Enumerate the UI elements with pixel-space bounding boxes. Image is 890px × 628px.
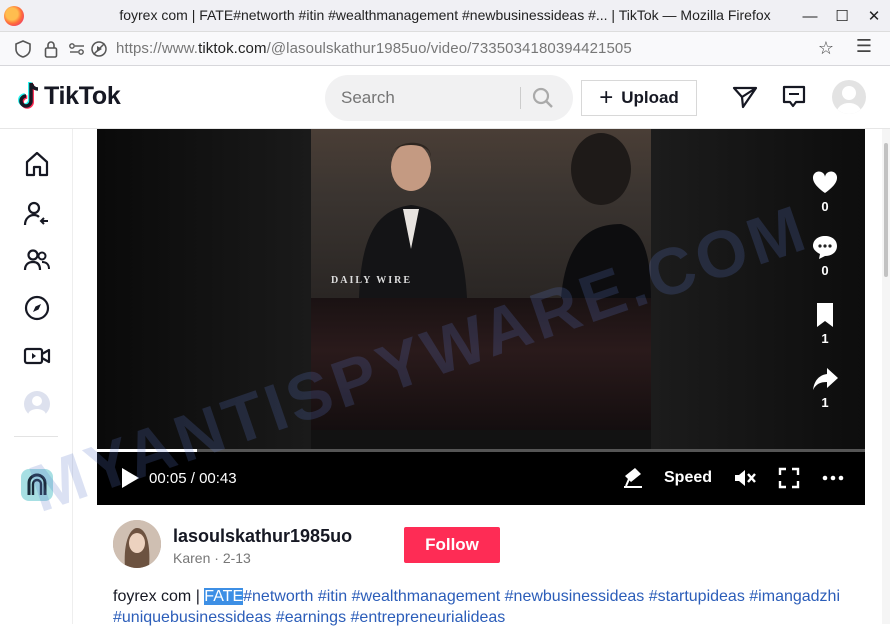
hashtag-link[interactable]: #startupideas [649, 588, 745, 605]
save-count: 1 [821, 331, 829, 346]
sidebar-divider [14, 436, 58, 437]
tiktok-wordmark: TikTok [44, 81, 121, 110]
share-arrow-icon [813, 368, 838, 390]
plus-icon: + [599, 84, 614, 111]
play-icon[interactable] [119, 466, 141, 490]
friends-icon[interactable] [22, 245, 52, 275]
hashtag-link[interactable]: #networth [243, 588, 313, 605]
hashtag-link[interactable]: #imangadzhi [749, 588, 840, 605]
messages-send-icon[interactable] [732, 84, 758, 110]
hashtag-link[interactable]: #itin [318, 588, 347, 605]
video-frame-interview: DAILY WIRE [311, 129, 651, 298]
upload-button[interactable]: + Upload [581, 80, 697, 116]
url-bar[interactable]: https://www.tiktok.com/@lasoulskathur198… [116, 40, 632, 57]
hashtag-link[interactable]: #entrepreneurialideas [351, 609, 506, 626]
fullscreen-icon[interactable] [777, 466, 801, 490]
minimize-icon[interactable]: — [794, 0, 826, 32]
more-options-icon[interactable] [821, 466, 845, 490]
following-icon[interactable] [22, 199, 52, 229]
close-icon[interactable]: ✕ [858, 0, 890, 32]
search-box [325, 75, 573, 121]
comment-action[interactable]: 0 [805, 233, 845, 278]
hashtag-link[interactable]: #uniquebusinessideas [113, 609, 271, 626]
tiktok-header: TikTok + Upload [0, 67, 890, 129]
video-frame-dark [311, 298, 651, 430]
time-current: 00:05 [149, 470, 187, 487]
comment-icon [813, 236, 837, 259]
tiktok-logo[interactable]: TikTok [16, 81, 121, 111]
bookmark-icon [817, 303, 833, 327]
time-separator: / [190, 470, 195, 487]
comment-count: 0 [821, 263, 829, 278]
video-description: foyrex com | FATE#networth #itin #wealth… [113, 586, 853, 628]
scrollbar-thumb[interactable] [884, 143, 888, 277]
pip-tilt-icon[interactable] [621, 466, 645, 490]
hashtag-link[interactable]: #earnings [276, 609, 346, 626]
like-count: 0 [821, 199, 829, 214]
window-controls: — ☐ ✕ [794, 0, 890, 32]
time-total: 00:43 [199, 470, 237, 487]
video-player[interactable]: DAILY WIRE 0 0 1 1 00:05 / 00:43 Speed [97, 129, 865, 505]
profile-icon[interactable] [22, 389, 52, 421]
mute-icon[interactable] [733, 466, 757, 490]
author-avatar[interactable] [113, 520, 161, 568]
permissions-icon[interactable] [66, 38, 88, 60]
search-divider [520, 87, 521, 109]
user-avatar[interactable] [832, 80, 866, 114]
autoplay-blocked-icon[interactable] [88, 38, 110, 60]
follow-button[interactable]: Follow [404, 527, 500, 563]
window-title: foyrex com | FATE#networth #itin #wealth… [119, 7, 771, 23]
description-prefix: foyrex com | [113, 588, 205, 605]
browser-titlebar: foyrex com | FATE#networth #itin #wealth… [0, 0, 890, 32]
home-icon[interactable] [22, 149, 52, 179]
bookmark-star-icon[interactable]: ☆ [818, 38, 834, 59]
video-time: 00:05 / 00:43 [149, 470, 237, 487]
author-username[interactable]: lasoulskathur1985uo [173, 526, 352, 547]
hashtag-link[interactable]: #newbusinessideas [505, 588, 645, 605]
author-subline: Karen · 2-13 [173, 550, 251, 566]
page-scrollbar[interactable] [882, 129, 890, 624]
like-action[interactable]: 0 [805, 169, 845, 214]
upload-label: Upload [621, 88, 679, 107]
video-overlay-text: DAILY WIRE [331, 275, 413, 286]
live-icon[interactable] [22, 341, 52, 371]
share-action[interactable]: 1 [805, 365, 845, 410]
highlighted-hashtag[interactable]: FATE [204, 588, 244, 605]
inbox-icon[interactable] [781, 84, 807, 110]
explore-compass-icon[interactable] [22, 293, 52, 323]
video-person-illustration [359, 142, 467, 298]
sidebar [0, 129, 73, 624]
tiktok-note-icon [16, 81, 40, 111]
video-blur-left [97, 129, 311, 449]
video-controls: 00:05 / 00:43 Speed [97, 452, 865, 505]
hashtag-link[interactable]: #wealthmanagement [352, 588, 501, 605]
hamburger-menu-icon[interactable]: ☰ [856, 36, 872, 57]
save-action[interactable]: 1 [805, 301, 845, 346]
search-icon[interactable] [531, 86, 555, 110]
search-input[interactable] [341, 88, 511, 108]
video-person2-illustration [561, 133, 651, 298]
lock-icon[interactable] [40, 38, 62, 60]
share-count: 1 [821, 395, 829, 410]
speed-button[interactable]: Speed [664, 469, 712, 487]
maximize-icon[interactable]: ☐ [826, 0, 858, 32]
shield-icon[interactable] [12, 38, 34, 60]
heart-icon [812, 171, 838, 193]
browser-navbar: https://www.tiktok.com/@lasoulskathur198… [0, 32, 890, 66]
tiktok-app-icon[interactable] [21, 469, 53, 501]
